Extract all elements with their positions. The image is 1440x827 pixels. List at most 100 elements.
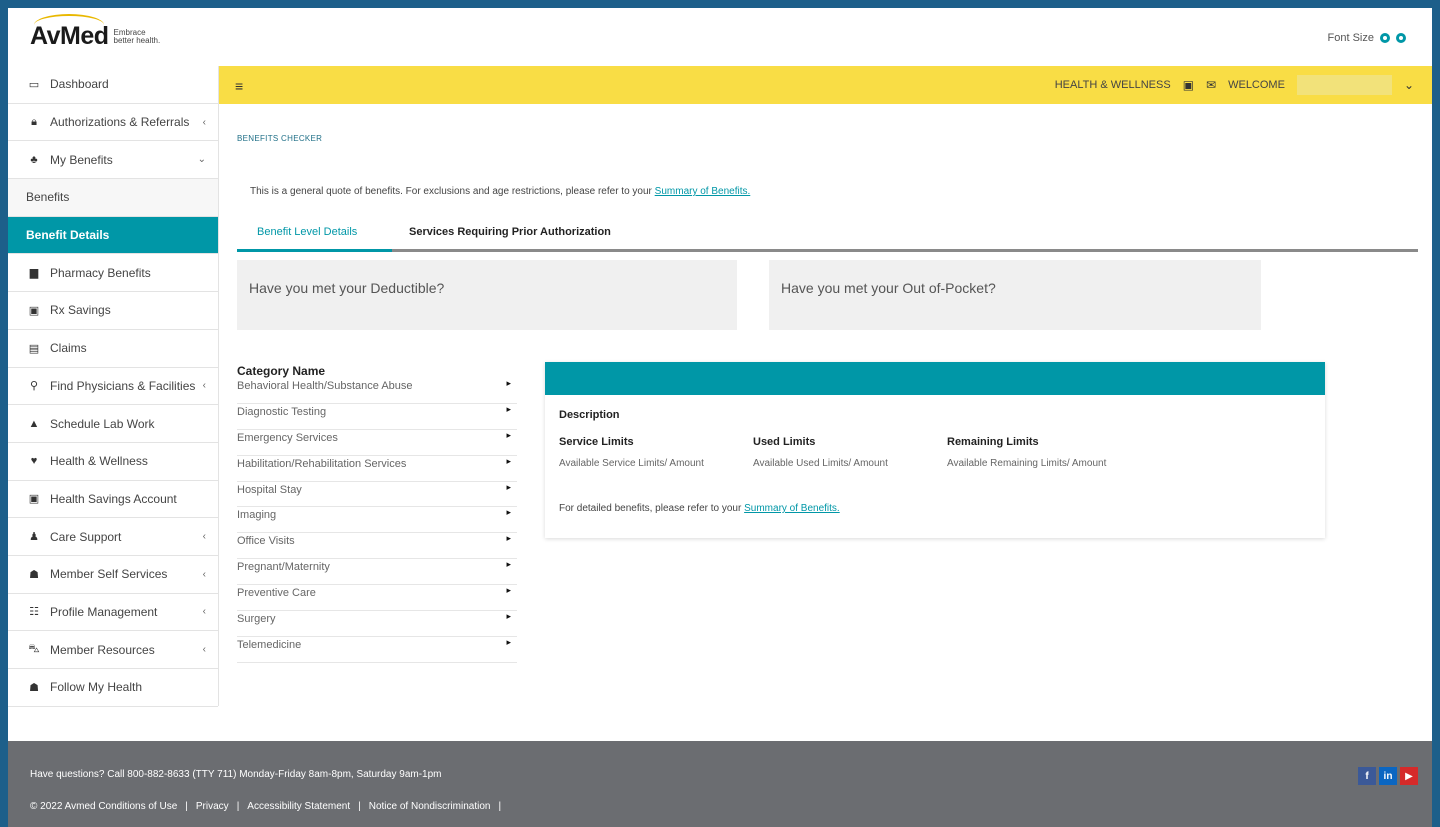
- intro-text: This is a general quote of benefits. For…: [250, 186, 750, 197]
- sidebar-item-find-physicians[interactable]: ⚲ Find Physicians & Facilities ‹: [8, 368, 218, 406]
- hamburger-menu-icon[interactable]: ≡: [235, 78, 243, 94]
- sidebar-item-label: Follow My Health: [50, 680, 143, 695]
- avmed-logo[interactable]: AvMed Embrace better health.: [30, 14, 164, 51]
- font-decrease-icon[interactable]: [1380, 33, 1390, 43]
- sidebar-item-label: My Benefits: [50, 152, 113, 167]
- tab-benefit-level-details[interactable]: Benefit Level Details: [257, 226, 357, 238]
- remaining-limits-value: Available Remaining Limits/ Amount: [947, 458, 1107, 469]
- logo-tagline: Embrace better health.: [113, 27, 161, 45]
- linkedin-icon[interactable]: in: [1379, 767, 1397, 785]
- deductible-panel: Have you met your Deductible?: [237, 260, 737, 330]
- footer-conditions-link[interactable]: © 2022 Avmed Conditions of Use: [30, 801, 177, 812]
- chevron-left-icon: ‹: [202, 568, 206, 580]
- sidebar-item-benefits[interactable]: Benefits: [8, 179, 218, 217]
- category-item[interactable]: Habilitation/Rehabilitation Services ▸: [237, 456, 517, 482]
- caret-right-icon: ▸: [506, 636, 511, 647]
- group-icon: ☗: [29, 568, 39, 581]
- detail-summary-of-benefits-link[interactable]: Summary of Benefits.: [744, 503, 840, 514]
- sidebar: ▭ Dashboard 🔒︎ Authorizations & Referral…: [8, 66, 219, 707]
- chevron-down-icon: ⌄: [197, 154, 206, 166]
- sidebar-item-label: Health Savings Account: [50, 491, 177, 506]
- top-nav-right: HEALTH & WELLNESS ▣ ✉ WELCOME ⌄: [1055, 66, 1414, 104]
- tab-services-prior-authorization[interactable]: Services Requiring Prior Authorization: [409, 226, 611, 238]
- active-tab-indicator: [237, 249, 392, 252]
- flask-icon: ▲: [28, 417, 40, 430]
- breadcrumb[interactable]: BENEFITS CHECKER: [237, 134, 322, 143]
- footer: Have questions? Call 800-882-8633 (TTY 7…: [8, 741, 1432, 827]
- sidebar-item-benefit-details[interactable]: Benefit Details: [8, 216, 218, 255]
- mail-icon[interactable]: ✉: [1206, 78, 1216, 92]
- group-icon: ☗: [29, 681, 39, 694]
- category-item[interactable]: Telemedicine ▸: [237, 637, 517, 663]
- category-item[interactable]: Emergency Services ▸: [237, 430, 517, 456]
- category-item[interactable]: Pregnant/Maternity ▸: [237, 559, 517, 586]
- font-increase-icon[interactable]: [1396, 33, 1406, 43]
- sidebar-item-label: Claims: [50, 341, 87, 356]
- chevron-down-icon[interactable]: ⌄: [1404, 78, 1414, 92]
- category-item[interactable]: Preventive Care ▸: [237, 585, 517, 612]
- service-limits-header: Service Limits: [559, 436, 634, 448]
- used-limits-header: Used Limits: [753, 436, 816, 448]
- sidebar-item-profile-management[interactable]: ☷ Profile Management ‹: [8, 594, 218, 632]
- sidebar-item-health-wellness[interactable]: ♥ Health & Wellness: [8, 443, 218, 481]
- category-label: Behavioral Health/Substance Abuse: [237, 380, 413, 392]
- category-label: Office Visits: [237, 535, 295, 548]
- intro-sentence: This is a general quote of benefits. For…: [250, 186, 652, 197]
- detail-note: For detailed benefits, please refer to y…: [559, 503, 840, 514]
- sidebar-item-claims[interactable]: ▤ Claims: [8, 330, 218, 368]
- social-links: f in ▶: [1358, 767, 1418, 785]
- description-label: Description: [559, 409, 620, 421]
- category-label: Habilitation/Rehabilitation Services: [237, 457, 407, 470]
- footer-separator: |: [236, 801, 240, 812]
- category-list: Category Name Behavioral Health/Substanc…: [237, 364, 517, 663]
- card-icon: ▣: [28, 304, 40, 317]
- service-limits-column: Service Limits Available Service Limits/…: [559, 436, 739, 470]
- category-item[interactable]: Imaging ▸: [237, 507, 517, 534]
- sidebar-item-authorizations[interactable]: 🔒︎ Authorizations & Referrals ‹: [8, 104, 218, 142]
- sidebar-item-care-support[interactable]: ♟ Care Support ‹: [8, 518, 218, 556]
- footer-nondiscrimination-link[interactable]: Notice of Nondiscrimination: [369, 801, 491, 812]
- category-item[interactable]: Hospital Stay ▸: [237, 482, 517, 508]
- sidebar-item-rx-savings[interactable]: ▣ Rx Savings: [8, 292, 218, 330]
- health-wellness-link[interactable]: HEALTH & WELLNESS: [1055, 79, 1171, 91]
- facebook-icon[interactable]: f: [1358, 767, 1376, 785]
- category-item[interactable]: Office Visits ▸: [237, 533, 517, 560]
- sidebar-item-my-benefits[interactable]: ♣ My Benefits ⌄: [8, 141, 218, 180]
- sidebar-item-member-self-services[interactable]: ☗ Member Self Services ‹: [8, 556, 218, 594]
- tab-bar: Benefit Level Details Services Requiring…: [237, 214, 1418, 252]
- sidebar-item-label: Pharmacy Benefits: [50, 265, 151, 280]
- service-limits-value: Available Service Limits/ Amount: [559, 458, 704, 469]
- sidebar-item-schedule-lab-work[interactable]: ▲ Schedule Lab Work: [8, 405, 218, 443]
- sidebar-item-dashboard[interactable]: ▭ Dashboard: [8, 66, 218, 104]
- caret-right-icon: ▸: [506, 403, 511, 414]
- remaining-limits-header: Remaining Limits: [947, 436, 1039, 448]
- detail-note-text: For detailed benefits, please refer to y…: [559, 503, 742, 514]
- sidebar-item-pharmacy-benefits[interactable]: ▆ Pharmacy Benefits: [8, 254, 218, 293]
- footer-separator: |: [185, 801, 188, 812]
- oop-title: Have you met your Out of-Pocket?: [781, 280, 996, 296]
- sidebar-item-label: Benefits: [26, 190, 70, 205]
- sidebar-item-member-resources[interactable]: ⛍ Member Resources ‹: [8, 631, 218, 669]
- category-item[interactable]: Diagnostic Testing ▸: [237, 404, 517, 430]
- search-icon: ⚲: [29, 380, 39, 393]
- list-icon: ☷: [29, 606, 39, 619]
- document-icon: ▆: [29, 267, 39, 280]
- chevron-left-icon: ‹: [202, 644, 206, 656]
- font-size-label: Font Size: [1327, 32, 1374, 44]
- top-header: AvMed Embrace better health. Font Size: [8, 8, 1432, 66]
- sidebar-item-follow-my-health[interactable]: ☗ Follow My Health: [8, 669, 218, 707]
- id-card-icon[interactable]: ▣: [1183, 78, 1194, 92]
- summary-of-benefits-link[interactable]: Summary of Benefits.: [655, 186, 751, 197]
- category-item[interactable]: Surgery ▸: [237, 611, 517, 637]
- sidebar-item-label: Rx Savings: [50, 303, 111, 318]
- sidebar-item-health-savings-account[interactable]: ▣ Health Savings Account: [8, 481, 218, 519]
- category-header: Category Name: [237, 364, 326, 378]
- used-limits-value: Available Used Limits/ Amount: [753, 458, 888, 469]
- caret-right-icon: ▸: [506, 533, 511, 544]
- caret-right-icon: ▸: [506, 378, 511, 388]
- footer-accessibility-link[interactable]: Accessibility Statement: [247, 801, 350, 812]
- main-content: BENEFITS CHECKER This is a general quote…: [219, 104, 1432, 706]
- youtube-icon[interactable]: ▶: [1400, 767, 1418, 785]
- footer-privacy-link[interactable]: Privacy: [196, 801, 229, 812]
- category-item[interactable]: Behavioral Health/Substance Abuse ▸: [237, 378, 517, 404]
